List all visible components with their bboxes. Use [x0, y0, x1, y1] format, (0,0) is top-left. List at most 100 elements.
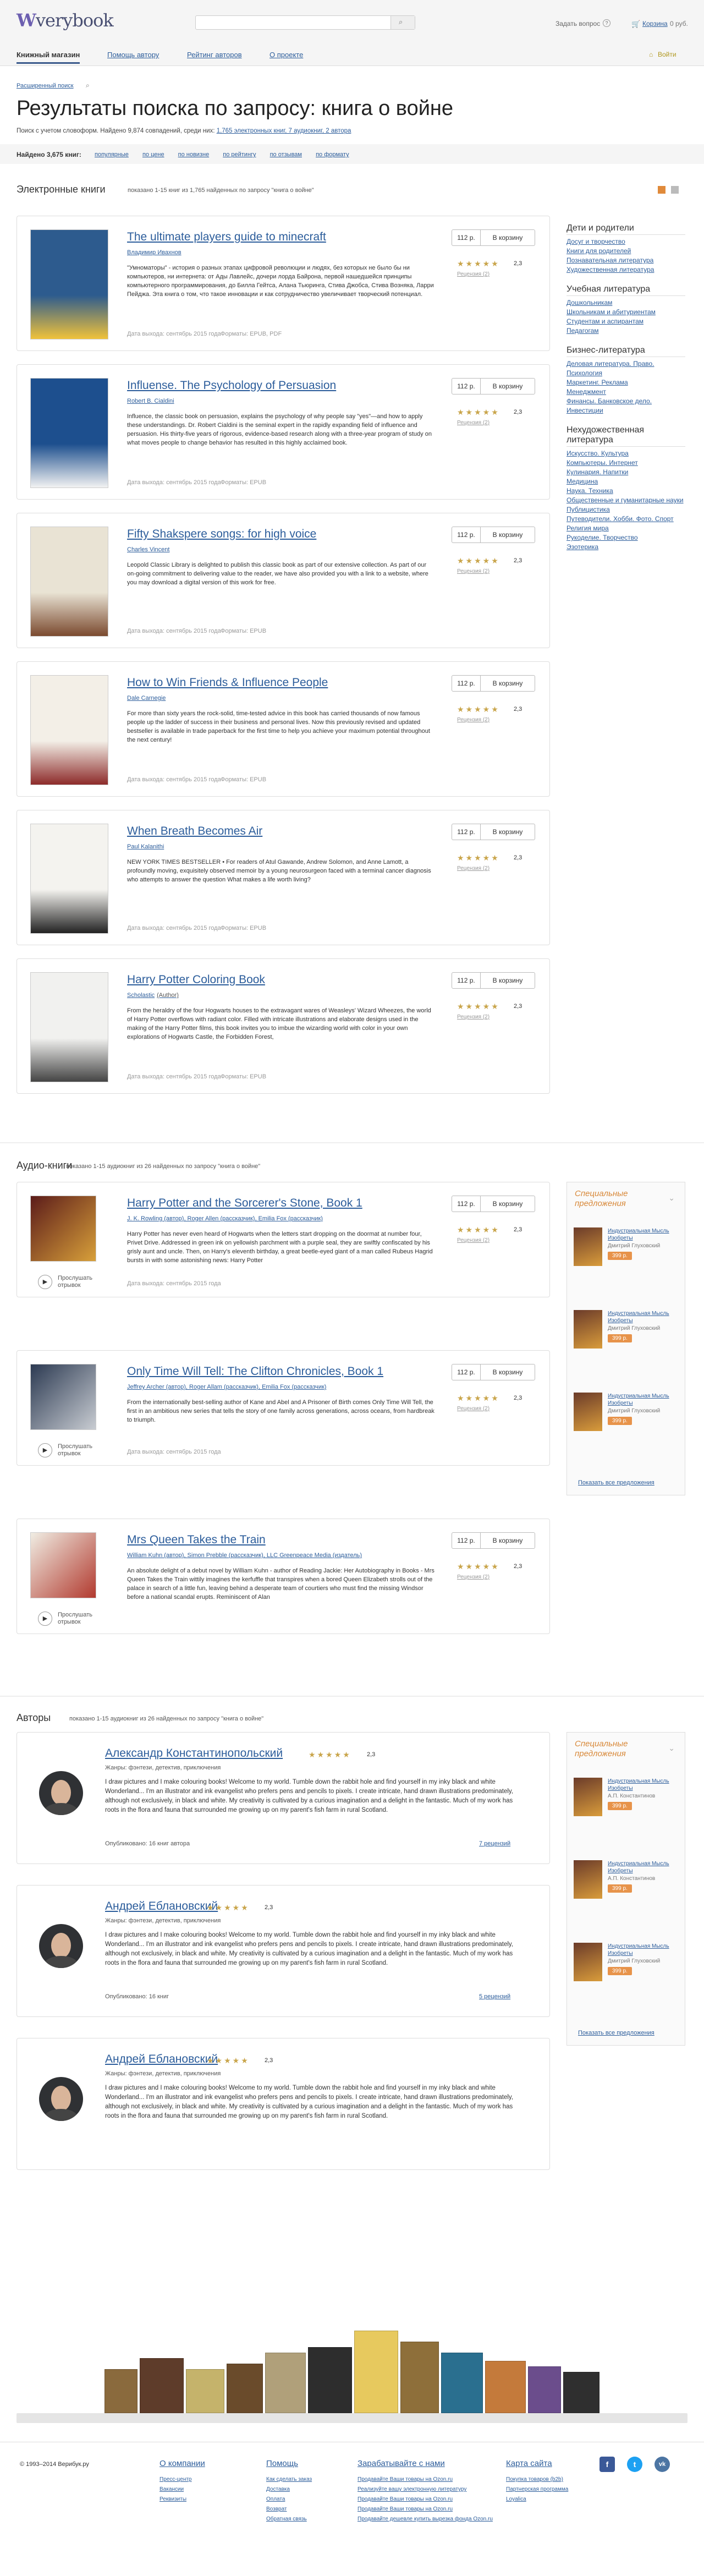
- add-to-cart-button[interactable]: В корзину: [481, 1196, 535, 1212]
- book-cover[interactable]: [30, 675, 108, 785]
- rating-stars[interactable]: ★★★★★: [457, 1002, 500, 1011]
- category-heading[interactable]: Дети и родители: [566, 223, 685, 235]
- author-name[interactable]: Александр Константинопольский: [105, 1747, 283, 1760]
- book-cover[interactable]: [30, 824, 108, 934]
- search-button[interactable]: ⌕: [391, 16, 415, 29]
- category-link[interactable]: Эзотерика: [566, 542, 685, 552]
- vk-icon[interactable]: vk: [654, 2457, 670, 2472]
- list-view-icon[interactable]: [658, 186, 666, 194]
- advanced-search-link[interactable]: Расширенный поиск: [16, 83, 74, 89]
- category-link[interactable]: Школьникам и абитуриентам: [566, 308, 685, 317]
- offer-price[interactable]: 399 р.: [608, 1967, 632, 1975]
- footer-link[interactable]: Возврат: [266, 2506, 287, 2512]
- offer-price[interactable]: 399 р.: [608, 1252, 632, 1260]
- play-sample-button[interactable]: ▶: [38, 1443, 52, 1457]
- book-title[interactable]: When Breath Becomes Air: [127, 825, 262, 838]
- audiobook-title[interactable]: Mrs Queen Takes the Train: [127, 1533, 266, 1547]
- reviews-link[interactable]: Рецензия (2): [457, 865, 490, 872]
- author-reviews-link[interactable]: 7 рецензий: [479, 1840, 510, 1847]
- category-link[interactable]: Менеджмент: [566, 387, 685, 397]
- author-genres[interactable]: Жанры: фэнтези, детектив, приключения: [105, 1764, 221, 1771]
- offer-cover[interactable]: [574, 1860, 602, 1899]
- rating-stars[interactable]: ★★★★★: [457, 1225, 500, 1235]
- footer-link[interactable]: Доставка: [266, 2486, 290, 2492]
- offer-name[interactable]: Индустриальная Мысль Изобреты: [608, 1778, 679, 1792]
- audiobook-credits[interactable]: William Kuhn (автор), Simon Prebble (рас…: [127, 1552, 362, 1559]
- offer-cover[interactable]: [574, 1393, 602, 1431]
- book-cover[interactable]: [30, 378, 108, 488]
- category-link[interactable]: Рукоделие. Творчество: [566, 533, 685, 542]
- offer-name[interactable]: Индустриальная Мысль Изобреты: [608, 1393, 679, 1407]
- category-link[interactable]: Публицистика: [566, 505, 685, 514]
- sort-newest[interactable]: по новизне: [178, 151, 210, 158]
- book-author-name[interactable]: Владимир Ивахнов: [127, 249, 182, 256]
- footer-link[interactable]: Оплата: [266, 2496, 285, 2502]
- category-link[interactable]: Художественная литература: [566, 265, 685, 275]
- book-title[interactable]: Influense. The Psychology of Persuasion: [127, 379, 336, 392]
- reviews-link[interactable]: Рецензия (2): [457, 420, 490, 426]
- footer-link[interactable]: Продавайте Ваши товары на Ozon.ru: [358, 2476, 453, 2482]
- footer-link[interactable]: Продавайте Ваши товары на Ozon.ru: [358, 2496, 453, 2502]
- author-published[interactable]: Опубликовано: 16 книг: [105, 1993, 169, 2000]
- category-heading[interactable]: Учебная литература: [566, 284, 685, 296]
- book-author-name[interactable]: Robert B. Cialdini: [127, 398, 174, 404]
- category-link[interactable]: Дошкольникам: [566, 298, 685, 308]
- show-all-offers-link[interactable]: Показать все предложения: [578, 2030, 654, 2036]
- category-link[interactable]: Кулинария. Напитки: [566, 468, 685, 477]
- reviews-link[interactable]: Рецензия (2): [457, 1574, 490, 1580]
- category-link[interactable]: Компьютеры. Интернет: [566, 458, 685, 468]
- offer-name[interactable]: Индустриальная Мысль Изобреты: [608, 1943, 679, 1957]
- footer-heading[interactable]: О компании: [160, 2459, 205, 2468]
- play-sample-label[interactable]: Прослушать отрывок: [58, 1275, 96, 1289]
- reviews-link[interactable]: Рецензия (2): [457, 1014, 490, 1020]
- book-title[interactable]: The ultimate players guide to minecraft: [127, 231, 326, 244]
- book-title[interactable]: Harry Potter Coloring Book: [127, 973, 265, 986]
- category-heading[interactable]: Нехудожественная литература: [566, 425, 685, 447]
- category-link[interactable]: Книги для родителей: [566, 246, 685, 256]
- category-link[interactable]: Деловая литература. Право. Психология: [566, 359, 685, 378]
- sort-reviews[interactable]: по отзывам: [270, 151, 302, 158]
- play-sample-button[interactable]: ▶: [38, 1612, 52, 1626]
- author-genres[interactable]: Жанры: фэнтези, детектив, приключения: [105, 2070, 221, 2077]
- add-to-cart-button[interactable]: В корзину: [481, 1364, 535, 1380]
- author-name[interactable]: Андрей Еблановский: [105, 2053, 218, 2066]
- footer-link[interactable]: Покупка товаров (b2b): [506, 2476, 563, 2482]
- book-title[interactable]: How to Win Friends & Influence People: [127, 676, 328, 689]
- add-to-cart-button[interactable]: В корзину: [481, 973, 535, 988]
- play-sample-label[interactable]: Прослушать отрывок: [58, 1443, 96, 1457]
- add-to-cart-button[interactable]: В корзину: [481, 676, 535, 691]
- avatar[interactable]: [39, 1771, 83, 1815]
- author-name[interactable]: Андрей Еблановский: [105, 1900, 218, 1913]
- offer-name[interactable]: Индустриальная Мысль Изобреты: [608, 1227, 679, 1242]
- book-author-name[interactable]: Scholastic: [127, 992, 155, 999]
- category-link[interactable]: Путеводители. Хобби. Фото. Спорт: [566, 514, 685, 524]
- offer-cover[interactable]: [574, 1778, 602, 1816]
- category-link[interactable]: Религия мира: [566, 524, 685, 533]
- footer-link[interactable]: Реквизиты: [160, 2496, 186, 2502]
- rating-stars[interactable]: ★★★★★: [457, 259, 500, 268]
- avatar[interactable]: [39, 1924, 83, 1968]
- add-to-cart-button[interactable]: В корзину: [481, 1533, 535, 1548]
- add-to-cart-button[interactable]: В корзину: [481, 379, 535, 394]
- chevron-down-icon[interactable]: ⌄: [668, 1193, 675, 1203]
- category-heading[interactable]: Бизнес-литература: [566, 346, 685, 357]
- book-title[interactable]: Fifty Shakspere songs: for high voice: [127, 528, 316, 541]
- book-author-name[interactable]: Charles Vincent: [127, 546, 169, 553]
- offer-price[interactable]: 399 р.: [608, 1417, 632, 1425]
- book-author-name[interactable]: Dale Carnegie: [127, 695, 166, 701]
- offer-cover[interactable]: [574, 1227, 602, 1266]
- rating-stars[interactable]: ★★★★★: [457, 408, 500, 417]
- footer-heading[interactable]: Помощь: [266, 2459, 298, 2468]
- audiobook-cover[interactable]: [30, 1364, 96, 1430]
- cart-link[interactable]: Корзина: [642, 20, 668, 28]
- category-link[interactable]: Медицина: [566, 477, 685, 486]
- rating-stars[interactable]: ★★★★★: [457, 853, 500, 863]
- cart-icon[interactable]: 🛒: [631, 20, 640, 29]
- category-link[interactable]: Студентам и аспирантам: [566, 317, 685, 326]
- show-all-offers-link[interactable]: Показать все предложения: [578, 1479, 654, 1486]
- reviews-link[interactable]: Рецензия (2): [457, 1237, 490, 1243]
- author-genres[interactable]: Жанры: фэнтези, детектив, приключения: [105, 1917, 221, 1924]
- tab-author-help[interactable]: Помощь автору: [107, 51, 159, 59]
- rating-stars[interactable]: ★★★★★: [457, 556, 500, 566]
- book-author[interactable]: Charles Vincent: [127, 546, 169, 553]
